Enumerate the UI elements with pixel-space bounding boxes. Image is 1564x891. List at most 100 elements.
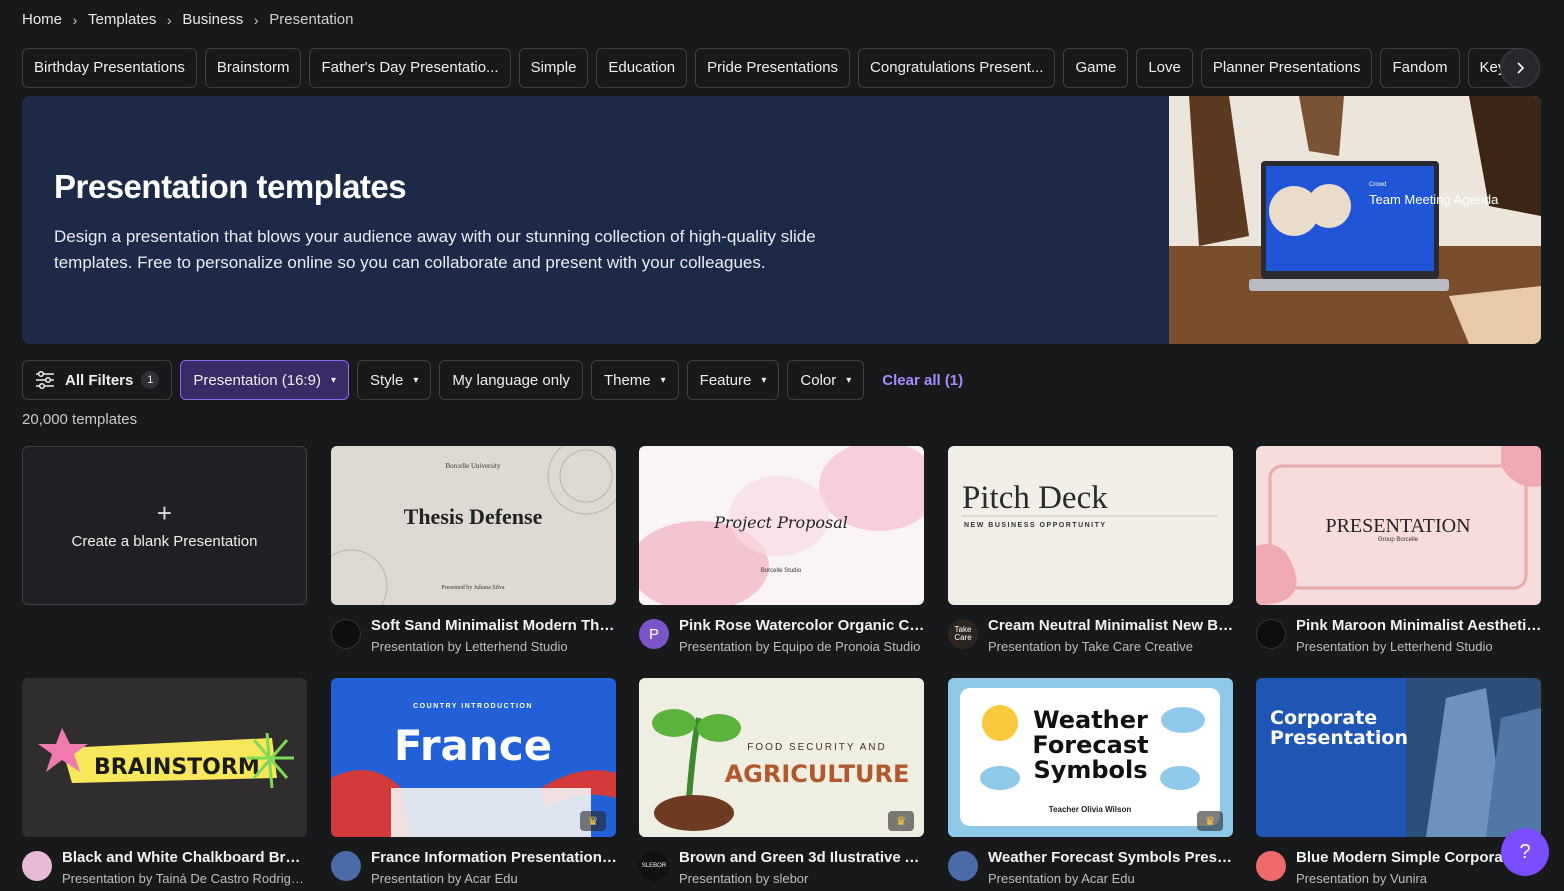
chip-birthday-presentations[interactable]: Birthday Presentations xyxy=(22,48,197,88)
thumb-main-text: PRESENTATION xyxy=(1325,515,1470,537)
color-dropdown[interactable]: Color ▾ xyxy=(787,360,865,400)
all-filters-button[interactable]: All Filters 1 xyxy=(22,360,173,400)
chips-next-button[interactable] xyxy=(1500,48,1540,88)
template-thumbnail[interactable]: COUNTRY INTRODUCTION France ♛ xyxy=(331,678,616,837)
breadcrumb: Home › Templates › Business › Presentati… xyxy=(22,11,354,28)
template-card[interactable]: Borcelle University Thesis Defense Prese… xyxy=(331,446,617,659)
thumb-sub-text: Group Borcelle xyxy=(1378,537,1419,543)
hero-banner: Presentation templates Design a presenta… xyxy=(22,96,1541,344)
template-card[interactable]: Project Proposal Borcelle Studio P Pink … xyxy=(639,446,925,659)
template-thumbnail[interactable]: Pitch Deck NEW BUSINESS OPPORTUNITY xyxy=(948,446,1233,605)
template-thumbnail[interactable]: Borcelle University Thesis Defense Prese… xyxy=(331,446,616,605)
card-title[interactable]: Pink Rose Watercolor Organic Cre... xyxy=(679,617,925,634)
chip-fathers-day[interactable]: Father's Day Presentatio... xyxy=(309,48,511,88)
corporate-title-wrap: Corporate Presentation xyxy=(1270,708,1408,749)
chip-planner-presentations[interactable]: Planner Presentations xyxy=(1200,48,1373,88)
chip-pride-presentations[interactable]: Pride Presentations xyxy=(695,48,851,88)
chevron-down-icon: ▾ xyxy=(660,374,666,386)
card-author: Presentation by Take Care Creative xyxy=(988,639,1193,654)
template-card[interactable]: BRAINSTORM Black and White Chalkboard Br… xyxy=(22,678,308,891)
breadcrumb-business[interactable]: Business xyxy=(182,11,243,28)
clear-all-link[interactable]: Clear all (1) xyxy=(882,372,963,389)
card-meta: France Information Presentation ... Pres… xyxy=(331,847,617,891)
feature-label: Feature xyxy=(699,371,752,389)
thumb-main-text: Project Proposal xyxy=(713,513,848,532)
thumb-main-text: AGRICULTURE xyxy=(725,760,910,788)
breadcrumb-home[interactable]: Home xyxy=(22,11,62,28)
author-avatar[interactable] xyxy=(22,851,52,881)
card-title[interactable]: Weather Forecast Symbols Presen... xyxy=(988,849,1234,866)
thumb-main-text: Thesis Defense xyxy=(404,504,543,529)
theme-dropdown[interactable]: Theme ▾ xyxy=(590,360,679,400)
card-title[interactable]: Soft Sand Minimalist Modern Thes... xyxy=(371,617,617,634)
thumb-sub-text: NEW BUSINESS OPPORTUNITY xyxy=(964,522,1107,529)
card-title[interactable]: Black and White Chalkboard Brain... xyxy=(62,849,308,866)
hero-image: Crowd Team Meeting Agenda xyxy=(1169,96,1541,344)
pink-watercolor-art: Project Proposal Borcelle Studio xyxy=(639,446,924,605)
author-avatar[interactable]: SLEBOR xyxy=(639,851,669,881)
chip-fandom[interactable]: Fandom xyxy=(1380,48,1460,88)
card-meta: P Pink Rose Watercolor Organic Cre... Pr… xyxy=(639,615,925,659)
thumb-bottom-text: Borcelle Studio xyxy=(761,568,802,574)
card-author: Presentation by Letterhend Studio xyxy=(1296,639,1493,654)
author-avatar[interactable] xyxy=(1256,619,1286,649)
chip-love[interactable]: Love xyxy=(1136,48,1193,88)
card-meta: Weather Forecast Symbols Presen... Prese… xyxy=(948,847,1234,891)
template-thumbnail[interactable]: FOOD SECURITY AND AGRICULTURE ♛ xyxy=(639,678,924,837)
thumb-top-text: FOOD SECURITY AND xyxy=(747,742,886,753)
filter-bar: All Filters 1 Presentation (16:9) ▾ Styl… xyxy=(22,360,963,400)
template-thumbnail[interactable]: Project Proposal Borcelle Studio xyxy=(639,446,924,605)
card-title[interactable]: Cream Neutral Minimalist New Bu... xyxy=(988,617,1234,634)
color-label: Color xyxy=(800,371,837,389)
help-button[interactable]: ? xyxy=(1501,828,1549,876)
chip-education[interactable]: Education xyxy=(596,48,688,88)
template-card[interactable]: COUNTRY INTRODUCTION France ♛ France Inf… xyxy=(331,678,617,891)
thumb-main-text: Corporate Presentation xyxy=(1270,708,1408,749)
author-avatar[interactable] xyxy=(331,619,361,649)
presentation-size-dropdown[interactable]: Presentation (16:9) ▾ xyxy=(180,360,349,400)
chip-simple[interactable]: Simple xyxy=(518,48,589,88)
breadcrumb-templates[interactable]: Templates xyxy=(88,11,156,28)
template-thumbnail[interactable]: PRESENTATION Group Borcelle xyxy=(1256,446,1541,605)
card-author: Presentation by Acar Edu xyxy=(371,871,518,886)
chip-game[interactable]: Game xyxy=(1063,48,1129,88)
language-toggle[interactable]: My language only xyxy=(439,360,583,400)
premium-crown-icon: ♛ xyxy=(888,811,914,831)
thumb-top-text: Borcelle University xyxy=(445,462,501,470)
author-avatar[interactable] xyxy=(948,851,978,881)
card-title[interactable]: Brown and Green 3d Ilustrative Ag... xyxy=(679,849,925,866)
thumb-main-text: BRAINSTORM xyxy=(94,755,260,780)
template-card[interactable]: Pitch Deck NEW BUSINESS OPPORTUNITY Take… xyxy=(948,446,1234,659)
category-chips: Birthday Presentations Brainstorm Father's… xyxy=(22,48,1542,88)
template-card[interactable]: PRESENTATION Group Borcelle Pink Maroon … xyxy=(1256,446,1542,659)
feature-dropdown[interactable]: Feature ▾ xyxy=(686,360,780,400)
card-author: Presentation by slebor xyxy=(679,871,809,886)
card-title[interactable]: France Information Presentation ... xyxy=(371,849,617,866)
author-avatar[interactable] xyxy=(331,851,361,881)
language-label: My language only xyxy=(452,371,570,389)
card-meta: Black and White Chalkboard Brain... Pres… xyxy=(22,847,308,891)
card-author: Presentation by Vunira xyxy=(1296,871,1428,886)
author-avatar[interactable] xyxy=(1256,851,1286,881)
style-dropdown[interactable]: Style ▾ xyxy=(356,360,432,400)
card-title[interactable]: Pink Maroon Minimalist Aesthetic ... xyxy=(1296,617,1542,634)
breadcrumb-current: Presentation xyxy=(269,11,354,28)
brainstorm-art: BRAINSTORM xyxy=(38,728,294,789)
author-avatar[interactable]: Take Care xyxy=(948,619,978,649)
thumb-bottom-text: Teacher Olivia Wilson xyxy=(1049,805,1132,814)
hero-description: Design a presentation that blows your au… xyxy=(54,227,816,272)
slide-title: Team Meeting Agenda xyxy=(1369,192,1499,207)
template-thumbnail[interactable]: Corporate Presentation xyxy=(1256,678,1541,837)
corporate-art: Corporate Presentation xyxy=(1270,678,1541,837)
card-author: Presentation by Equipo de Pronoia Studio xyxy=(679,639,921,654)
chip-brainstorm[interactable]: Brainstorm xyxy=(204,48,302,88)
template-thumbnail[interactable]: Weather Forecast Symbols Teacher Olivia … xyxy=(948,678,1233,837)
template-card[interactable]: Corporate Presentation Blue Modern Simpl… xyxy=(1256,678,1541,891)
author-avatar[interactable]: P xyxy=(639,619,669,649)
create-blank-card[interactable]: + Create a blank Presentation xyxy=(22,446,307,605)
sliders-icon xyxy=(36,371,54,389)
template-thumbnail[interactable]: BRAINSTORM xyxy=(22,678,307,837)
template-card[interactable]: Weather Forecast Symbols Teacher Olivia … xyxy=(948,678,1234,891)
chip-congratulations[interactable]: Congratulations Present... xyxy=(858,48,1056,88)
template-card[interactable]: FOOD SECURITY AND AGRICULTURE ♛ SLEBOR B… xyxy=(639,678,925,891)
